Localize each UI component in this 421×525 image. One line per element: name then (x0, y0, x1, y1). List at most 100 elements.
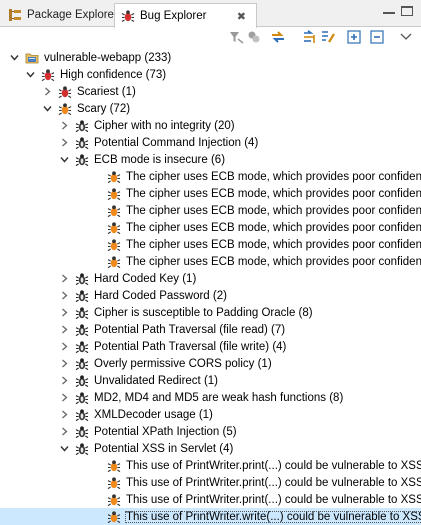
tree-item-label: Scariest (1) (77, 85, 136, 98)
orange-bug-icon (107, 170, 121, 184)
project-icon (25, 51, 39, 65)
sync-icon[interactable] (270, 29, 286, 45)
dark-bug-icon (75, 136, 89, 150)
tree-row[interactable]: XMLDecoder usage (1) (0, 406, 421, 423)
tree-row[interactable]: High confidence (73) (0, 66, 421, 83)
dark-bug-icon (75, 391, 89, 405)
view-tab-bar: Package Explorer Bug Explorer ✖ (0, 0, 421, 28)
group-icon[interactable] (246, 29, 262, 45)
collapsed-chevron-icon[interactable] (60, 291, 69, 300)
tree-row[interactable]: Potential XPath Injection (5) (0, 423, 421, 440)
view-menu-icon[interactable] (398, 29, 414, 45)
tree-row[interactable]: Cipher is susceptible to Padding Oracle … (0, 304, 421, 321)
tree-item-label: ECB mode is insecure (6) (94, 153, 226, 166)
tree-item-label: The cipher uses ECB mode, which provides… (126, 204, 421, 217)
link-icon[interactable] (302, 29, 318, 45)
tree-row[interactable]: This use of PrintWriter.print(...) could… (0, 474, 421, 491)
tree-row[interactable]: The cipher uses ECB mode, which provides… (0, 202, 421, 219)
tree-item-label: Potential Path Traversal (file write) (4… (94, 340, 287, 353)
tab-package-explorer[interactable]: Package Explorer (2, 3, 118, 27)
bug-explorer-icon (121, 10, 135, 22)
tree-row[interactable]: Overly permissive CORS policy (1) (0, 355, 421, 372)
tree-row[interactable]: Potential Command Injection (4) (0, 134, 421, 151)
dark-bug-icon (75, 306, 89, 320)
tree-item-label: This use of PrintWriter.write(...) could… (125, 510, 421, 523)
tree-row[interactable]: The cipher uses ECB mode, which provides… (0, 236, 421, 253)
expanded-chevron-icon[interactable] (60, 155, 69, 164)
tree-row[interactable]: The cipher uses ECB mode, which provides… (0, 219, 421, 236)
collapsed-chevron-icon[interactable] (60, 138, 69, 147)
tree-item-label: Unvalidated Redirect (1) (94, 374, 219, 387)
collapsed-chevron-icon[interactable] (60, 342, 69, 351)
orange-bug-icon (107, 459, 121, 473)
collapsed-chevron-icon[interactable] (60, 308, 69, 317)
pen-icon[interactable] (320, 29, 336, 45)
dark-bug-icon (75, 153, 89, 167)
tree-item-label: XMLDecoder usage (1) (94, 408, 213, 421)
expanded-chevron-icon[interactable] (26, 70, 35, 79)
collapsed-chevron-icon[interactable] (60, 359, 69, 368)
collapsed-chevron-icon[interactable] (60, 410, 69, 419)
collapsed-chevron-icon[interactable] (60, 427, 69, 436)
tree-item-label: Potential Path Traversal (file read) (7) (94, 323, 286, 336)
dark-bug-icon (75, 357, 89, 371)
tree-row[interactable]: Potential XSS in Servlet (4) (0, 440, 421, 457)
orange-bug-icon (107, 238, 121, 252)
tree-row[interactable]: Scary (72) (0, 100, 421, 117)
tab-bug-explorer[interactable]: Bug Explorer ✖ (114, 3, 257, 28)
collapsed-chevron-icon[interactable] (43, 87, 52, 96)
tree-row[interactable]: vulnerable-webapp (233) (0, 49, 421, 66)
tree-row[interactable]: Scariest (1) (0, 83, 421, 100)
orange-bug-icon (107, 187, 121, 201)
tree-row[interactable]: Hard Coded Key (1) (0, 270, 421, 287)
tree-row[interactable]: The cipher uses ECB mode, which provides… (0, 185, 421, 202)
tree-row[interactable]: Unvalidated Redirect (1) (0, 372, 421, 389)
filter-icon[interactable] (228, 29, 244, 45)
tree-item-label: This use of PrintWriter.print(...) could… (126, 459, 421, 472)
collapse-all-icon[interactable] (369, 29, 385, 45)
tree-item-label: Overly permissive CORS policy (1) (94, 357, 272, 370)
dark-bug-icon (75, 442, 89, 456)
collapsed-chevron-icon[interactable] (60, 274, 69, 283)
tree-row[interactable]: This use of PrintWriter.print(...) could… (0, 491, 421, 508)
tree-row[interactable]: Potential Path Traversal (file write) (4… (0, 338, 421, 355)
tree-row[interactable]: The cipher uses ECB mode, which provides… (0, 253, 421, 270)
minimize-view-icon[interactable] (383, 6, 395, 14)
collapsed-chevron-icon[interactable] (60, 325, 69, 334)
dark-bug-icon (75, 408, 89, 422)
expanded-chevron-icon[interactable] (10, 53, 19, 62)
bug-tree: vulnerable-webapp (233) High confidence (… (0, 49, 421, 525)
collapsed-chevron-icon[interactable] (60, 393, 69, 402)
orange-bug-icon (107, 493, 121, 507)
package-explorer-icon (9, 9, 21, 21)
tree-row[interactable]: ECB mode is insecure (6) (0, 151, 421, 168)
expanded-chevron-icon[interactable] (60, 444, 69, 453)
orange-bug-icon (107, 476, 121, 490)
view-toolbar (0, 27, 421, 49)
tree-row[interactable]: This use of PrintWriter.print(...) could… (0, 457, 421, 474)
tree-row[interactable]: Hard Coded Password (2) (0, 287, 421, 304)
tree-item-label: Potential XSS in Servlet (4) (94, 442, 234, 455)
dark-bug-icon (75, 289, 89, 303)
collapsed-chevron-icon[interactable] (60, 376, 69, 385)
tree-row[interactable]: Potential Path Traversal (file read) (7) (0, 321, 421, 338)
close-tab-icon[interactable]: ✖ (237, 10, 246, 23)
tree-row[interactable]: Cipher with no integrity (20) (0, 117, 421, 134)
tree-row[interactable]: MD2, MD4 and MD5 are weak hash functions… (0, 389, 421, 406)
orange-bug-icon (58, 102, 72, 116)
tree-row[interactable]: This use of PrintWriter.write(...) could… (0, 508, 421, 525)
maximize-view-icon[interactable] (401, 6, 413, 16)
tree-row[interactable]: The cipher uses ECB mode, which provides… (0, 168, 421, 185)
tree-item-label: The cipher uses ECB mode, which provides… (126, 255, 421, 268)
tree-item-label: Potential XPath Injection (5) (94, 425, 237, 438)
collapsed-chevron-icon[interactable] (60, 121, 69, 130)
tree-item-label: This use of PrintWriter.print(...) could… (126, 493, 421, 506)
expanded-chevron-icon[interactable] (43, 104, 52, 113)
tree-item-label: MD2, MD4 and MD5 are weak hash functions… (94, 391, 344, 404)
expand-all-icon[interactable] (346, 29, 362, 45)
